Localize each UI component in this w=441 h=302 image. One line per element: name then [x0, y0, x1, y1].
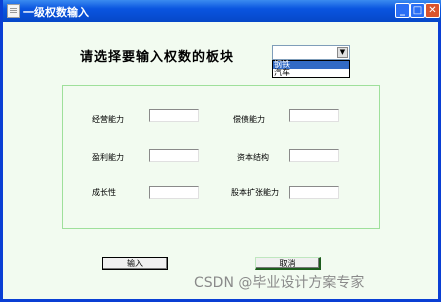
- operating-ability-input[interactable]: [149, 109, 199, 122]
- cancel-button[interactable]: 取消: [255, 257, 321, 270]
- field-label: 成长性: [92, 188, 116, 197]
- title-bar[interactable]: 一级权数输入 _ □ ✕: [3, 0, 441, 22]
- field-label: 偿债能力: [233, 115, 265, 124]
- dropdown-option[interactable]: 汽车: [273, 69, 349, 77]
- watermark: CSDN @毕业设计方案专家: [194, 275, 365, 291]
- profitability-input[interactable]: [149, 149, 199, 162]
- growth-input[interactable]: [149, 186, 199, 199]
- section-heading: 请选择要输入权数的板块: [80, 50, 235, 65]
- field-label: 资本结构: [237, 153, 269, 162]
- sector-dropdown-list: 钢铁 汽车: [272, 60, 350, 78]
- solvency-input[interactable]: [289, 109, 339, 122]
- capital-structure-input[interactable]: [289, 149, 339, 162]
- maximize-icon[interactable]: □: [410, 3, 425, 18]
- window-title: 一级权数输入: [23, 6, 89, 19]
- field-label: 股本扩张能力: [231, 188, 279, 197]
- app-icon: [7, 4, 20, 18]
- share-expansion-input[interactable]: [289, 186, 339, 199]
- input-button[interactable]: 输入: [102, 257, 168, 270]
- minimize-icon[interactable]: _: [395, 3, 410, 18]
- sector-combobox[interactable]: ▼: [272, 45, 350, 60]
- chevron-down-icon[interactable]: ▼: [337, 47, 348, 58]
- close-icon[interactable]: ✕: [425, 3, 440, 18]
- field-label: 经营能力: [92, 115, 124, 124]
- field-label: 盈利能力: [92, 153, 124, 162]
